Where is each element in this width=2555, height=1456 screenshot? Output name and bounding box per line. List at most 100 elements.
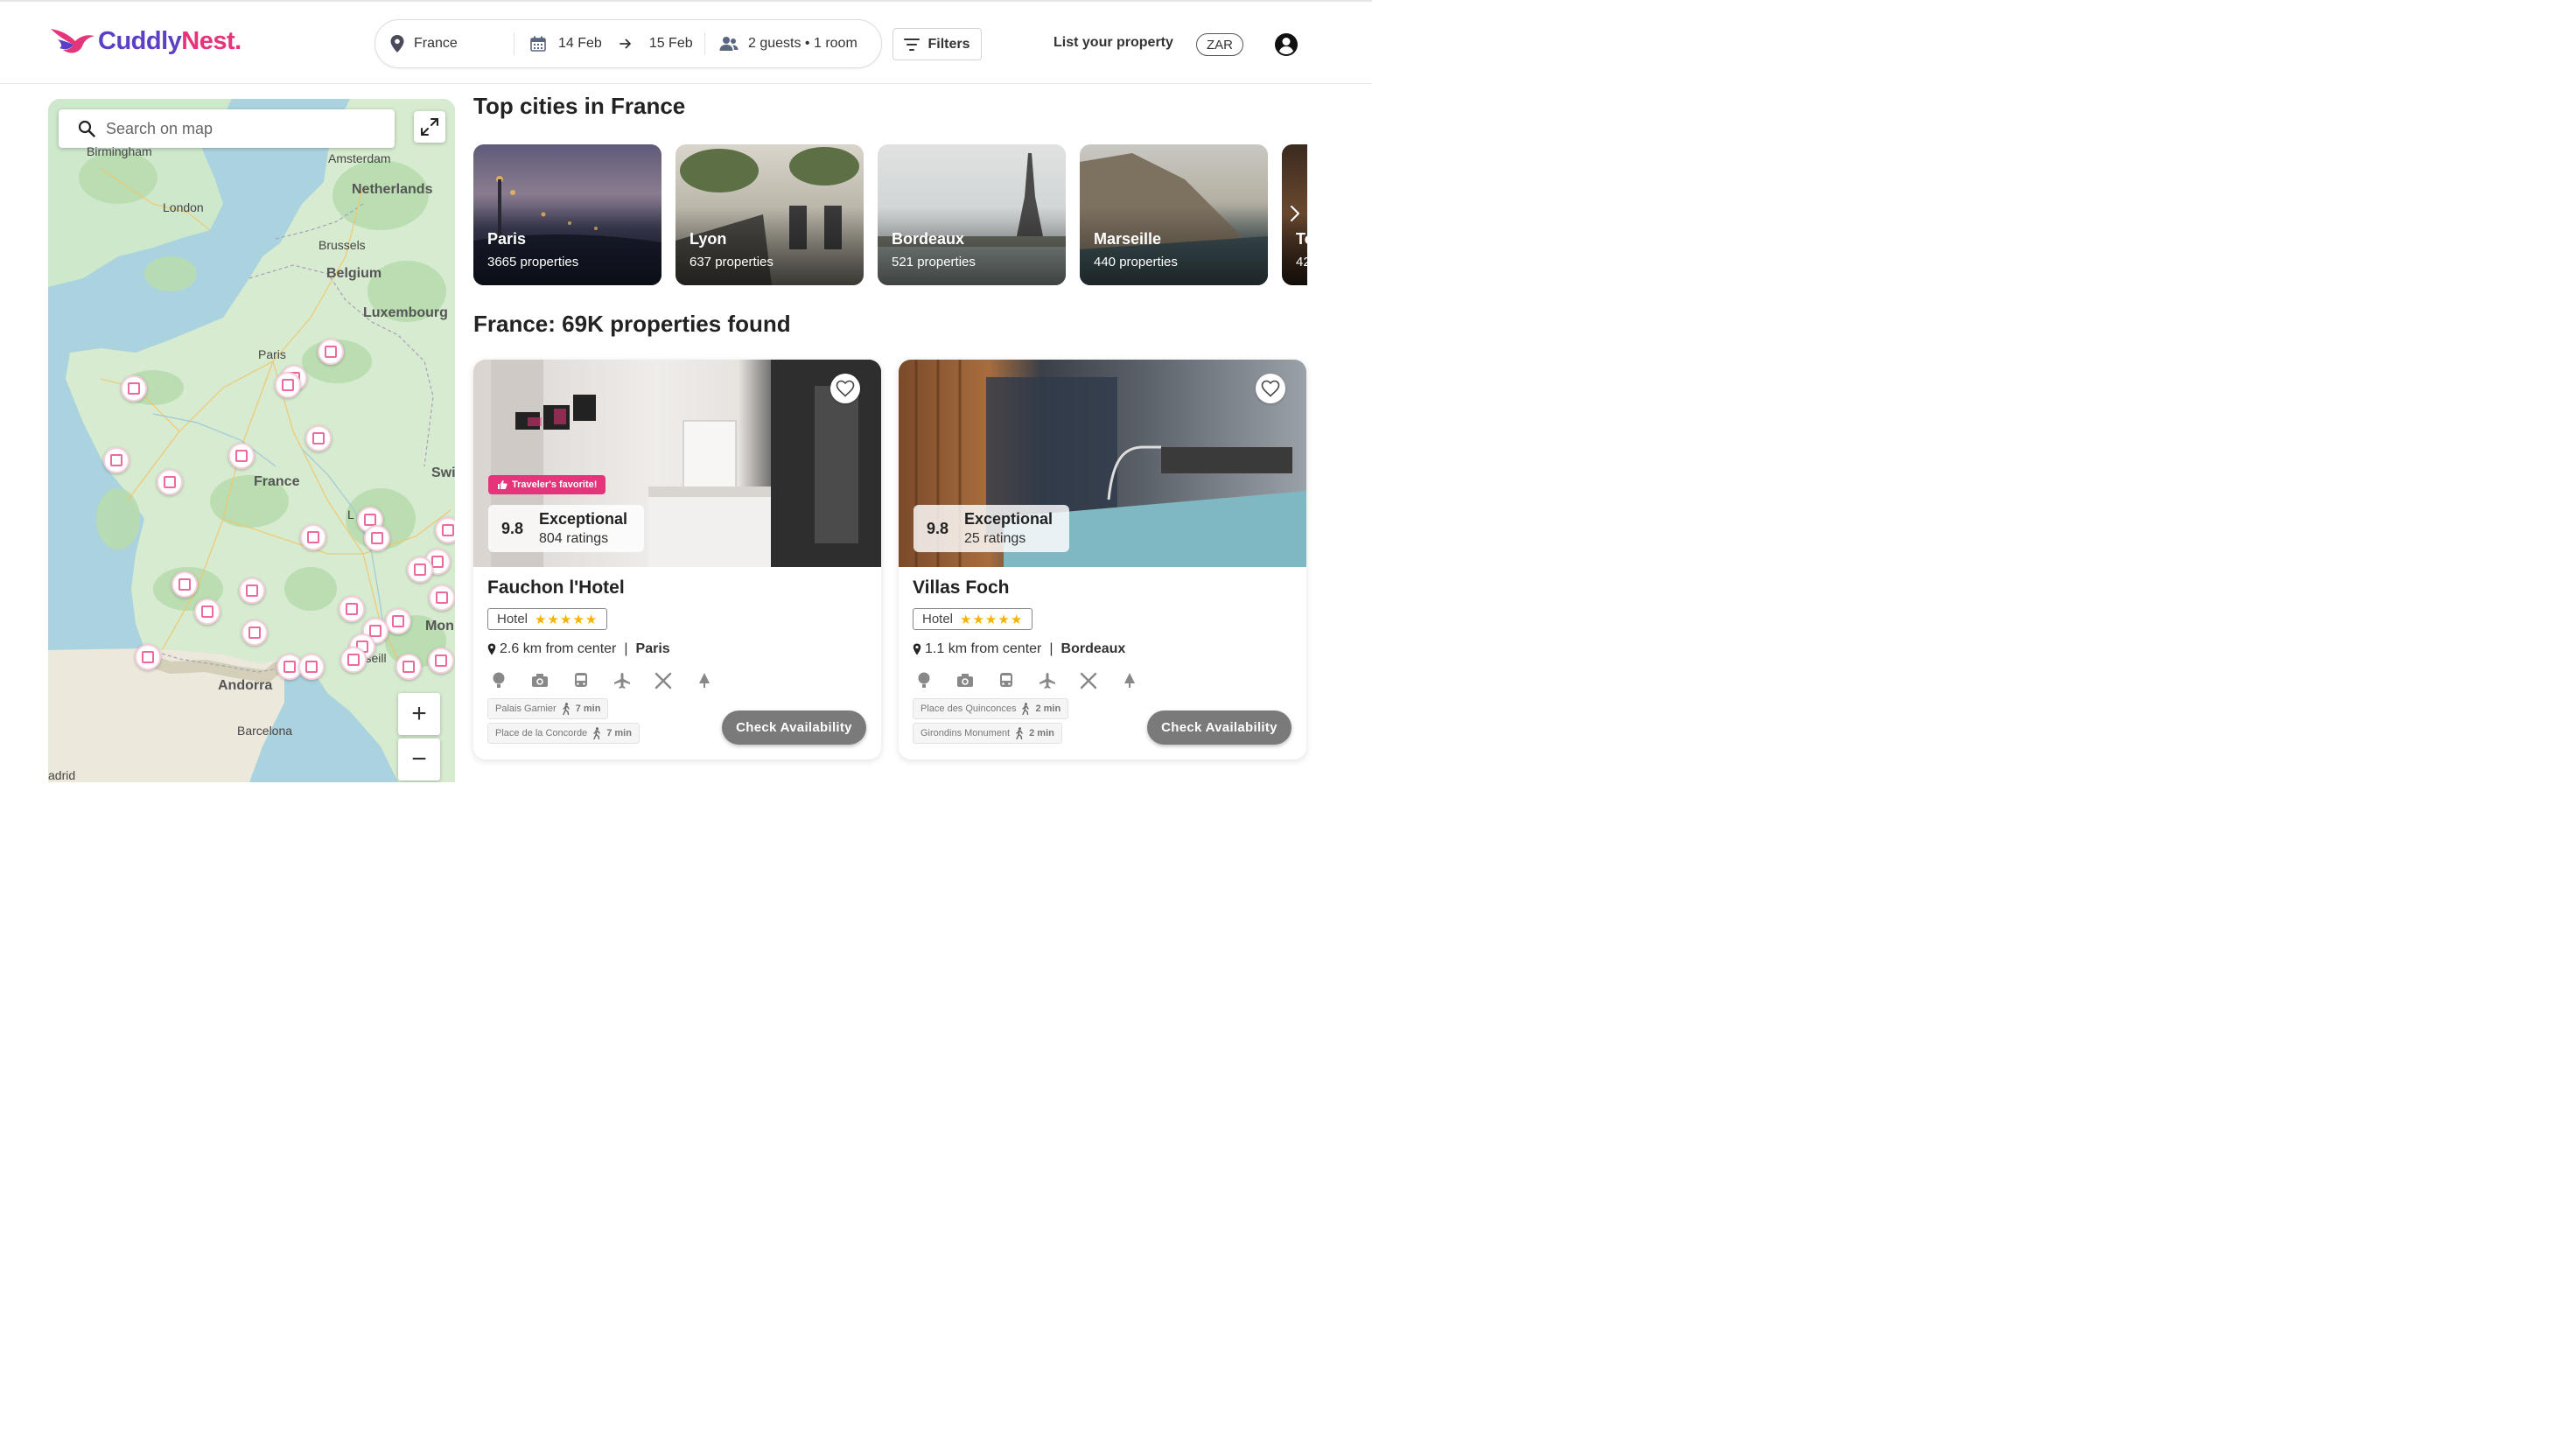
map-property-pin[interactable] <box>305 425 332 452</box>
map-property-pin[interactable] <box>435 517 455 543</box>
map-property-pin[interactable] <box>429 584 455 611</box>
city-card-paris[interactable]: Paris 3665 properties <box>473 144 662 285</box>
poi-chip: Girondins Monument 2 min <box>913 723 1062 744</box>
poi-name: Place des Quinconces <box>920 704 1017 714</box>
map-property-pin[interactable] <box>318 339 344 365</box>
rating-score: 9.8 <box>927 520 949 537</box>
travelers-favorite-badge: Traveler's favorite! <box>488 475 606 494</box>
restaurant-icon <box>654 671 672 690</box>
map-property-pin[interactable] <box>364 525 390 551</box>
currency-selector[interactable]: ZAR <box>1196 33 1243 56</box>
brand-name: CuddlyNest. <box>98 26 242 55</box>
bus-icon <box>997 671 1015 690</box>
checkout-date: 15 Feb <box>648 36 693 51</box>
map-search-input[interactable] <box>106 119 368 138</box>
filters-button[interactable]: Filters <box>892 28 982 60</box>
map-property-pin[interactable] <box>103 447 130 473</box>
search-icon <box>78 120 95 137</box>
location-pin-icon <box>487 643 496 655</box>
guests-value: 2 guests • 1 room <box>748 36 858 51</box>
check-availability-button[interactable]: Check Availability <box>722 710 866 745</box>
chevron-right-icon <box>1291 206 1299 221</box>
restaurant-icon <box>1079 671 1097 690</box>
map-property-pin[interactable] <box>396 654 422 680</box>
hotel-card[interactable]: 9.8 Exceptional 25 ratings Villas Foch H… <box>899 360 1306 760</box>
checkin-date: 14 Feb <box>558 36 602 51</box>
map-property-pin[interactable] <box>407 556 433 583</box>
user-account-icon[interactable] <box>1274 32 1298 57</box>
camera-icon <box>956 671 974 690</box>
results-title: France: 69K properties found <box>473 311 791 337</box>
map-property-pin[interactable] <box>298 654 325 680</box>
distance-info: 2.6 km from center | Paris <box>487 641 670 657</box>
poi-time: 2 min <box>1029 728 1054 738</box>
map-property-pin[interactable] <box>157 469 183 495</box>
poi-name: Palais Garnier <box>495 704 556 714</box>
city-name: Paris <box>487 230 527 248</box>
thumbs-up-icon <box>498 480 508 489</box>
tree-icon <box>695 671 713 690</box>
amenities-row <box>914 671 1138 690</box>
city-count: 42 <box>1296 255 1307 270</box>
map-property-pin[interactable] <box>194 598 220 625</box>
distance-text: 2.6 km from center <box>500 641 617 656</box>
favorite-button[interactable] <box>830 374 860 403</box>
map-property-pin[interactable] <box>242 620 268 646</box>
city-name: To <box>1296 230 1307 248</box>
map-property-pin[interactable] <box>275 372 301 398</box>
map-property-pin[interactable] <box>135 644 161 670</box>
airplane-icon <box>1038 671 1056 690</box>
hotel-city: Bordeaux <box>1060 641 1126 656</box>
poi-chip: Palais Garnier 7 min <box>487 698 609 719</box>
rating-box: 9.8 Exceptional 804 ratings <box>488 505 644 552</box>
favorite-button[interactable] <box>1256 374 1285 403</box>
map-property-pin[interactable] <box>121 375 147 402</box>
city-card-bordeaux[interactable]: Bordeaux 521 properties <box>878 144 1066 285</box>
guests-field[interactable]: 2 guests • 1 room <box>704 32 881 55</box>
map-property-pin[interactable] <box>428 648 454 674</box>
city-card-marseille[interactable]: Marseille 440 properties <box>1080 144 1268 285</box>
map-property-pin[interactable] <box>300 524 326 550</box>
map-property-pin[interactable] <box>172 571 198 598</box>
map-label-amsterdam: Amsterdam <box>328 151 391 165</box>
zoom-in-button[interactable]: + <box>398 693 440 735</box>
walking-icon <box>593 727 600 739</box>
map-property-pin[interactable] <box>340 647 367 673</box>
hotel-name[interactable]: Fauchon l'Hotel <box>487 578 625 598</box>
map-fullscreen-button[interactable] <box>414 111 445 143</box>
poi-time: 7 min <box>606 728 632 738</box>
city-name: Bordeaux <box>892 230 965 248</box>
hotel-card[interactable]: Traveler's favorite! 9.8 Exceptional 804… <box>473 360 881 760</box>
map-panel[interactable]: Birmingham Amsterdam Netherlands London … <box>48 99 455 782</box>
poi-chip: Place des Quinconces 2 min <box>913 698 1069 719</box>
filters-label: Filters <box>928 36 970 52</box>
zoom-out-button[interactable]: − <box>398 738 440 780</box>
map-property-pin[interactable] <box>228 443 255 469</box>
city-name: Lyon <box>690 230 727 248</box>
check-availability-button[interactable]: Check Availability <box>1147 710 1292 745</box>
star-rating: ★★★★★ <box>960 612 1024 627</box>
tree-icon <box>1120 671 1138 690</box>
camera-icon <box>530 671 549 690</box>
poi-name: Girondins Monument <box>920 728 1011 738</box>
city-card-lyon[interactable]: Lyon 637 properties <box>676 144 864 285</box>
rating-label: Exceptional <box>964 510 1054 528</box>
cities-next-button[interactable] <box>1284 203 1306 224</box>
map-label-barcelona: Barcelona <box>237 724 293 738</box>
map-property-pin[interactable] <box>339 596 365 622</box>
search-bar: France 14 Feb 15 Feb 2 guests • 1 room <box>374 19 882 68</box>
date-range-field[interactable]: 14 Feb 15 Feb <box>514 32 704 55</box>
location-value: France <box>414 36 458 51</box>
hotel-name[interactable]: Villas Foch <box>913 578 1010 598</box>
location-field[interactable]: France <box>375 20 514 67</box>
map-property-pin[interactable] <box>385 608 411 634</box>
poi-time: 7 min <box>575 704 601 714</box>
map-label-andorra: Andorra <box>218 678 273 693</box>
list-property-link[interactable]: List your property <box>1054 35 1173 51</box>
city-count: 3665 properties <box>487 255 579 270</box>
map-property-pin[interactable] <box>239 578 265 604</box>
ratings-count: 804 ratings <box>539 531 609 546</box>
map-label-birmingham: Birmingham <box>87 144 152 158</box>
logo[interactable]: CuddlyNest. <box>49 19 242 63</box>
separator: | <box>624 641 628 656</box>
